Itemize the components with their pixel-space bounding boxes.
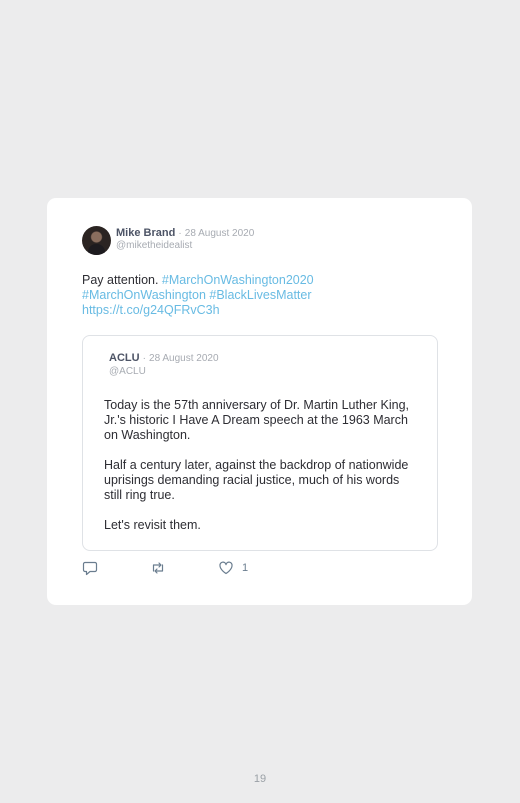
retweet-button[interactable] bbox=[150, 560, 166, 576]
quoted-paragraph: Let's revisit them. bbox=[104, 518, 201, 532]
page-number: 19 bbox=[253, 773, 267, 785]
hashtag-link[interactable]: #MarchOnWashington bbox=[82, 288, 206, 302]
separator: · bbox=[178, 228, 182, 239]
quoted-tweet-date: 28 August 2020 bbox=[149, 353, 219, 364]
heart-icon bbox=[219, 561, 233, 575]
tweet-actions: 1 bbox=[82, 560, 382, 576]
quoted-author-name[interactable]: ACLU bbox=[109, 352, 140, 364]
tweet-text: Pay attention. #MarchOnWashington2020 #M… bbox=[82, 273, 442, 318]
quoted-paragraph: Today is the 57th anniversary of Dr. Mar… bbox=[104, 398, 410, 442]
url-link[interactable]: https://t.co/g24QFRvC3h bbox=[82, 303, 220, 317]
separator: · bbox=[142, 353, 146, 364]
like-button[interactable]: 1 bbox=[218, 560, 248, 576]
quoted-author-line: ACLU · 28 August 2020 bbox=[109, 352, 219, 364]
hashtag-link[interactable]: #MarchOnWashington2020 bbox=[162, 273, 314, 287]
tweet-date[interactable]: 28 August 2020 bbox=[185, 228, 255, 239]
author-name[interactable]: Mike Brand bbox=[116, 227, 175, 239]
quoted-paragraph: Half a century later, against the backdr… bbox=[104, 458, 409, 502]
quoted-tweet[interactable]: ACLU · 28 August 2020 @ACLU Today is the… bbox=[82, 335, 438, 551]
tweet-card: Mike Brand · 28 August 2020 @miketheidea… bbox=[47, 198, 472, 605]
reply-button[interactable] bbox=[82, 560, 98, 576]
author-handle[interactable]: @miketheidealist bbox=[116, 240, 192, 251]
reply-icon bbox=[82, 561, 98, 576]
retweet-icon bbox=[152, 562, 164, 574]
avatar[interactable] bbox=[82, 226, 111, 255]
quoted-tweet-text: Today is the 57th anniversary of Dr. Mar… bbox=[104, 398, 420, 548]
like-count: 1 bbox=[242, 562, 249, 574]
tweet-text-plain: Pay attention. bbox=[82, 273, 162, 287]
quoted-author-handle[interactable]: @ACLU bbox=[109, 366, 146, 377]
hashtag-link[interactable]: #BlackLivesMatter bbox=[209, 288, 311, 302]
tweet-author-line: Mike Brand · 28 August 2020 bbox=[116, 227, 254, 239]
